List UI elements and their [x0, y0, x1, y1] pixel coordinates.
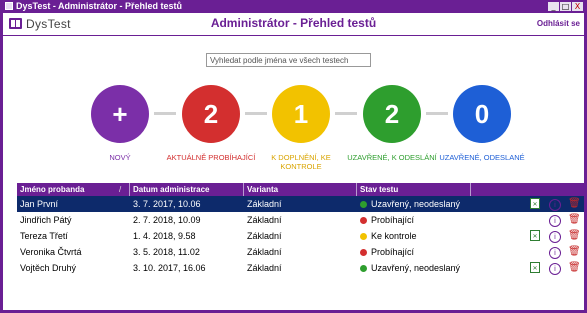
status-text: Uzavřený, neodeslaný — [371, 199, 461, 209]
cell-date: 3. 10. 2017, 16.06 — [133, 263, 206, 273]
info-icon[interactable]: i — [549, 231, 561, 243]
cell-date: 1. 4. 2018, 9.58 — [133, 231, 196, 241]
cell-date: 3. 5. 2018, 11.02 — [133, 247, 200, 257]
tests-table: Jméno probanda / Datum administrace Vari… — [17, 183, 584, 276]
status-dot-icon — [360, 217, 367, 224]
cell-date: 2. 7. 2018, 10.09 — [133, 215, 201, 225]
cell-name: Jan První — [20, 199, 59, 209]
trash-icon[interactable]: 🗑 — [568, 214, 581, 225]
cell-variant: Základní — [247, 199, 282, 209]
minimize-button[interactable]: _ — [548, 2, 559, 11]
trash-icon[interactable]: 🗑 — [568, 230, 581, 241]
status-text: Probíhající — [371, 215, 415, 225]
status-dot-icon — [360, 265, 367, 272]
title-bar[interactable]: DysTest - Administrátor - Přehled testů … — [3, 0, 584, 13]
trash-icon[interactable]: 🗑 — [568, 198, 581, 209]
table-header: Jméno probanda / Datum administrace Vari… — [17, 183, 584, 196]
cell-variant: Základní — [247, 231, 282, 241]
table-row[interactable]: Vojtěch Druhý 3. 10. 2017, 16.06 Základní U… — [17, 260, 584, 276]
column-header-variant[interactable]: Varianta — [244, 183, 357, 196]
table-row[interactable]: Tereza Třetí 1. 4. 2018, 9.58 Základní Ke k… — [17, 228, 584, 244]
cell-variant: Základní — [247, 215, 282, 225]
sort-indicator: / — [119, 185, 122, 194]
status-step-circle[interactable]: 2 — [363, 85, 421, 143]
app-window: DysTest - Administrátor - Přehled testů … — [0, 0, 587, 313]
app-icon — [5, 2, 13, 10]
table-row[interactable]: Jan První 3. 7. 2017, 10.06 Základní Uzavře… — [17, 196, 584, 212]
window-title: DysTest - Administrátor - Přehled testů — [16, 1, 183, 11]
column-header-actions — [471, 183, 584, 196]
status-dot-icon — [360, 201, 367, 208]
trash-icon[interactable]: 🗑 — [568, 262, 581, 273]
cell-variant: Základní — [247, 263, 282, 273]
status-step-label: UZAVŘENÉ, ODESLANÉ — [439, 153, 525, 162]
xls-export-icon[interactable]: ✕ — [530, 230, 540, 241]
status-step-circle[interactable]: 2 — [182, 85, 240, 143]
column-label: Jméno probanda — [20, 185, 85, 194]
cell-name: Vojtěch Druhý — [20, 263, 77, 273]
status-dot-icon — [360, 233, 367, 240]
info-icon[interactable]: i — [549, 199, 561, 211]
status-step-circle[interactable]: 0 — [453, 85, 511, 143]
column-header-status[interactable]: Stav testu — [357, 183, 471, 196]
search-input[interactable] — [206, 53, 371, 67]
table-row[interactable]: Jindřich Pátý 2. 7. 2018, 10.09 Základní Pr… — [17, 212, 584, 228]
cell-variant: Základní — [247, 247, 282, 257]
step-connector — [335, 112, 357, 115]
status-step-circle[interactable]: 1 — [272, 85, 330, 143]
app-header: DysTest Administrátor - Přehled testů Od… — [3, 13, 584, 36]
logout-link[interactable]: Odhlásit se — [537, 19, 580, 28]
info-icon[interactable]: i — [549, 263, 561, 275]
info-icon[interactable]: i — [549, 215, 561, 227]
status-text: Uzavřený, neodeslaný — [371, 263, 461, 273]
status-step-label: UZAVŘENÉ, K ODESLÁNÍ — [347, 153, 437, 162]
info-icon[interactable]: i — [549, 247, 561, 259]
cell-status: Probíhající — [357, 212, 414, 228]
cell-date: 3. 7. 2017, 10.06 — [133, 199, 201, 209]
step-connector — [426, 112, 448, 115]
status-step-label: AKTUÁLNĚ PROBÍHAJÍCÍ — [166, 153, 256, 162]
status-step-label: K DOPLNĚNÍ, KE KONTROLE — [271, 153, 331, 171]
page-title: Administrátor - Přehled testů — [210, 16, 377, 30]
trash-icon[interactable]: 🗑 — [568, 246, 581, 257]
cell-name: Jindřich Pátý — [20, 215, 72, 225]
maximize-button[interactable]: □ — [560, 2, 571, 11]
status-step-circle[interactable]: + — [91, 85, 149, 143]
status-dot-icon — [360, 249, 367, 256]
xls-export-icon[interactable]: ✕ — [530, 198, 540, 209]
xls-export-icon[interactable]: ✕ — [530, 262, 540, 273]
cell-status: Probíhající — [357, 244, 414, 260]
cell-name: Tereza Třetí — [20, 231, 68, 241]
status-step-label: NOVÝ — [109, 153, 131, 162]
status-text: Probíhající — [371, 247, 415, 257]
cell-status: Uzavřený, neodeslaný — [357, 196, 460, 212]
column-header-date[interactable]: Datum administrace — [130, 183, 244, 196]
table-row[interactable]: Veronika Čtvrtá 3. 5. 2018, 11.02 Základní… — [17, 244, 584, 260]
step-connector — [245, 112, 267, 115]
status-text: Ke kontrole — [371, 231, 417, 241]
cell-status: Uzavřený, neodeslaný — [357, 260, 460, 276]
column-header-name[interactable]: Jméno probanda / — [17, 183, 130, 196]
close-button[interactable]: X — [572, 2, 583, 11]
table-body: Jan První 3. 7. 2017, 10.06 Základní Uzavře… — [17, 196, 584, 276]
step-connector — [154, 112, 176, 115]
cell-name: Veronika Čtvrtá — [20, 247, 82, 257]
cell-status: Ke kontrole — [357, 228, 417, 244]
